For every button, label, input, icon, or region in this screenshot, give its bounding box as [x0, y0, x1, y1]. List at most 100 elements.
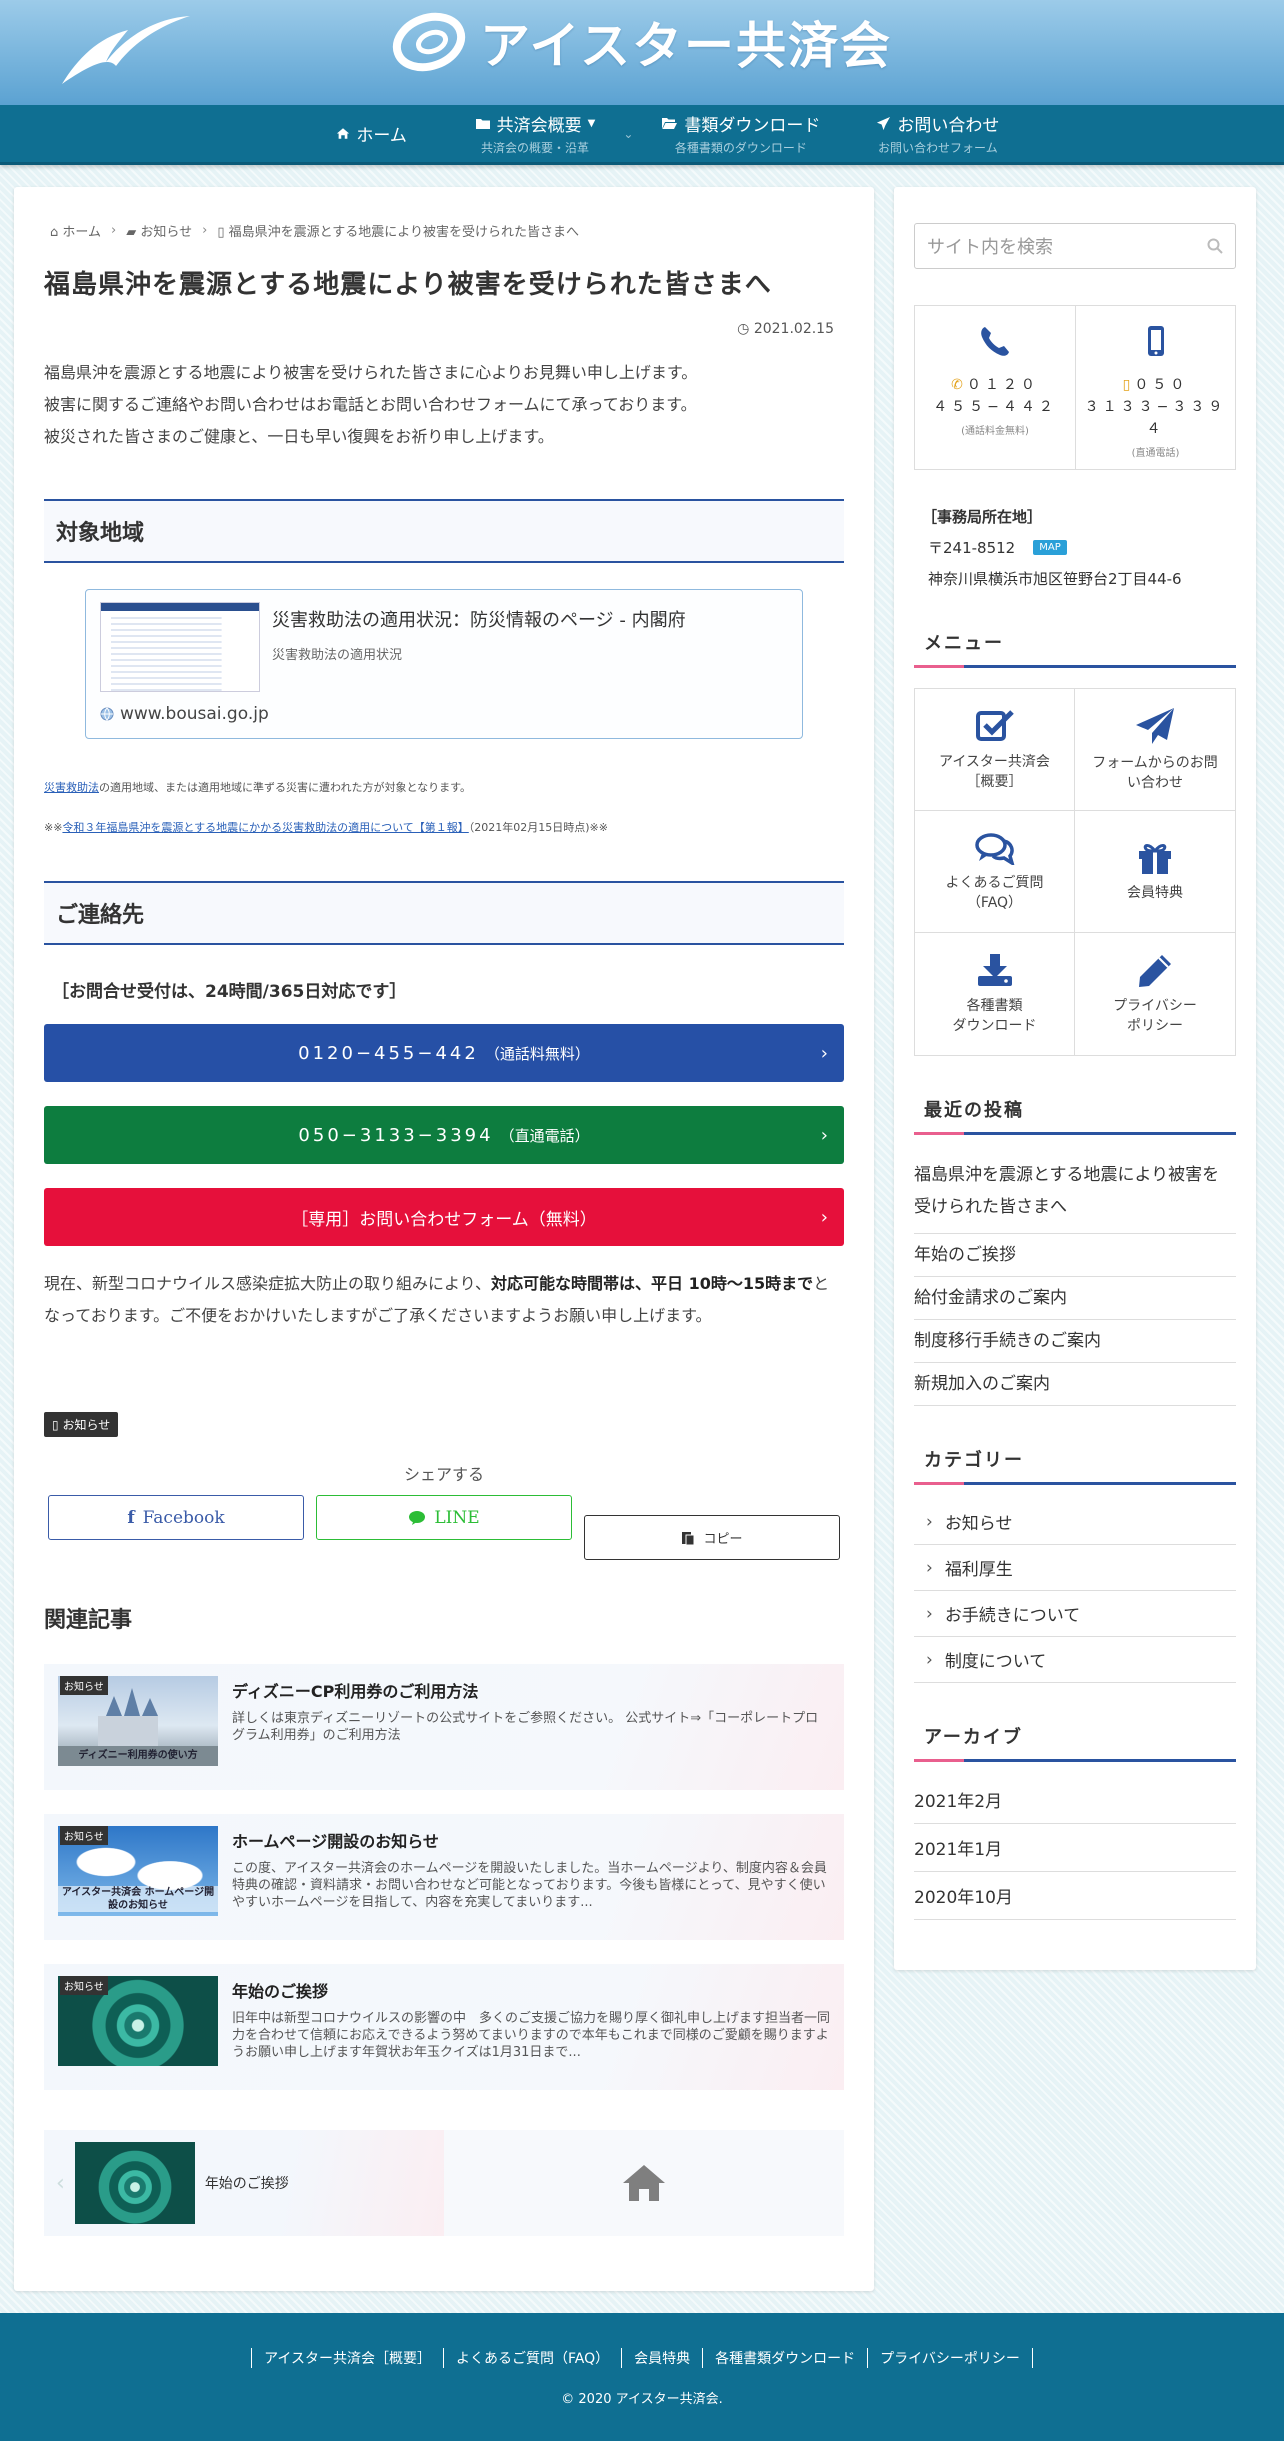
- blog-card-link[interactable]: 災害救助法の適用状況：防災情報のページ - 内閣府 災害救助法の適用状況 www…: [85, 589, 803, 739]
- related-item[interactable]: お知らせ 年始のご挨拶 旧年中は新型コロナウイルスの影響の中 多くのご支援ご協力…: [44, 1964, 844, 2090]
- nav-about-sub: 共済会の概要・沿革: [480, 141, 589, 155]
- chevron-right-icon: ›: [820, 1042, 828, 1064]
- related-item[interactable]: お知らせ アイスター共済会 ホームページ開設のお知らせ ホームページ開設のお知ら…: [44, 1814, 844, 1940]
- menu-benefits-label: 会員特典: [1127, 884, 1183, 901]
- search-icon[interactable]: [1207, 238, 1223, 254]
- blog-card-desc: 災害救助法の適用状況: [272, 648, 403, 663]
- phone-caption: (通話料金無料): [961, 426, 1029, 437]
- footer-link-faq[interactable]: よくあるご質問（FAQ）: [443, 2347, 621, 2368]
- folder-open-icon: [662, 118, 678, 129]
- logo-mark-icon: [392, 12, 466, 72]
- category-link[interactable]: › 福利厚生: [914, 1545, 1236, 1591]
- category-link[interactable]: › お手続きについて: [914, 1591, 1236, 1637]
- main-content: ⌂ ホーム › ▰ お知らせ › ▯ 福島県沖を震源とする地震により被害を受けら…: [14, 187, 874, 2291]
- share-line-button[interactable]: LINE: [316, 1495, 572, 1540]
- nav-download-sub: 各種書類のダウンロード: [674, 141, 807, 155]
- search-input[interactable]: サイト内を検索: [927, 233, 1053, 259]
- archive-link[interactable]: 2021年1月: [914, 1824, 1236, 1872]
- breadcrumb-category[interactable]: ▰ お知らせ: [126, 221, 192, 240]
- caret-down-icon: ▼: [587, 118, 596, 129]
- footer-link-downloads[interactable]: 各種書類ダウンロード: [702, 2347, 867, 2368]
- nav-download[interactable]: 書類ダウンロード 各種書類のダウンロード: [633, 105, 848, 162]
- pencil-icon: [1139, 955, 1171, 987]
- phone-direct[interactable]: ▯０５０ ３１３３−３３９４ (直通電話): [1075, 306, 1235, 469]
- note-prefix: ※※: [44, 821, 63, 834]
- call-direct-button[interactable]: 050−3133−3394 （直通電話） ›: [44, 1106, 844, 1164]
- menu-faq[interactable]: よくあるご質問 （FAQ）: [915, 811, 1075, 933]
- paper-plane-icon: [877, 116, 891, 131]
- archive-link[interactable]: 2021年2月: [914, 1776, 1236, 1824]
- breadcrumb-current: ▯ 福島県沖を震源とする地震により被害を受けられた皆さまへ: [217, 221, 579, 240]
- nav-download-label: 書類ダウンロード: [684, 116, 821, 136]
- phone-freedial[interactable]: ✆０１２０ ４５５−４４２ (通話料金無料): [915, 306, 1075, 469]
- copy-link-button[interactable]: コピー: [584, 1515, 840, 1560]
- breadcrumb: ⌂ ホーム › ▰ お知らせ › ▯ 福島県沖を震源とする地震により被害を受けら…: [50, 221, 844, 240]
- facebook-icon: f: [127, 1507, 135, 1528]
- related-item[interactable]: お知らせ ディズニー利用券の使い方 ディズニーCP利用券のご利用方法 詳しくは東…: [44, 1664, 844, 1790]
- clipboard-icon: [682, 1531, 695, 1545]
- menu-contact-form[interactable]: フォームからのお問 い合わせ: [1075, 689, 1235, 811]
- menu-benefits[interactable]: 会員特典: [1075, 811, 1235, 933]
- nav-about[interactable]: 共済会概要 ▼ 共済会の概要・沿革: [447, 105, 624, 162]
- prev-post-link[interactable]: ‹ 年始のご挨拶: [44, 2130, 444, 2236]
- site-footer: アイスター共済会［概要］ よくあるご質問（FAQ） 会員特典 各種書類ダウンロー…: [0, 2313, 1284, 2441]
- menu-downloads[interactable]: 各種書類 ダウンロード: [915, 933, 1075, 1055]
- chevron-right-icon: ›: [111, 223, 117, 238]
- related-thumbnail: お知らせ: [58, 1976, 218, 2066]
- site-logo[interactable]: アイスター共済会: [0, 6, 1284, 78]
- footer-link-benefits[interactable]: 会員特典: [621, 2347, 702, 2368]
- line-icon: [409, 1510, 426, 1525]
- category-tag[interactable]: ▯ お知らせ: [44, 1412, 119, 1437]
- category-label: お手続きについて: [944, 1606, 1081, 1626]
- global-nav: ホーム 共済会概要 ▼ 共済会の概要・沿革 ⌄ 書類ダウンロード 各種書類のダウ…: [0, 105, 1284, 165]
- chevron-right-icon: ›: [202, 223, 208, 238]
- contact-form-button[interactable]: ［専用］お問い合わせフォーム（無料） ›: [44, 1188, 844, 1246]
- post-date: ◷ 2021.02.15: [44, 321, 844, 337]
- related-category: お知らせ: [60, 1976, 108, 1995]
- intro-text: 福島県沖を震源とする地震により被害を受けられた皆さまに心よりお見舞い申し上げます…: [44, 357, 844, 453]
- chevron-right-icon: ›: [820, 1124, 828, 1146]
- archive-heading: アーカイブ: [914, 1723, 1236, 1762]
- file-icon: ▯: [217, 225, 225, 240]
- recent-post-link[interactable]: 福島県沖を震源とする地震により被害を受けられた皆さまへ: [914, 1149, 1236, 1234]
- menu-about[interactable]: アイスター共済会 ［概要］: [915, 689, 1075, 811]
- globe-icon: [100, 707, 114, 721]
- first-report-link[interactable]: 令和３年福島県沖を震源とする地震にかかる災害救助法の適用について【第１報】: [62, 821, 468, 834]
- check-square-icon: [975, 709, 1014, 741]
- category-list: › お知らせ › 福利厚生 › お手続きについて › 制度について: [914, 1499, 1236, 1683]
- archive-link[interactable]: 2020年10月: [914, 1872, 1236, 1920]
- phone-icon: [981, 327, 1009, 356]
- category-link[interactable]: › 制度について: [914, 1637, 1236, 1683]
- recent-post-link[interactable]: 給付金請求のご案内: [914, 1277, 1236, 1320]
- chevron-right-icon: ›: [926, 1557, 933, 1578]
- nav-home[interactable]: ホーム: [297, 105, 447, 162]
- nav-contact[interactable]: お問い合わせ お問い合わせフォーム: [848, 105, 1027, 162]
- section-heading-area: 対象地域: [44, 499, 844, 563]
- home-link[interactable]: [444, 2130, 844, 2236]
- menu-heading: メニュー: [914, 629, 1236, 668]
- nav-home-label: ホーム: [356, 126, 407, 146]
- category-label: お知らせ: [944, 1514, 1013, 1534]
- phone-number: ０５０: [1134, 377, 1189, 393]
- share-line-label: LINE: [434, 1507, 480, 1528]
- breadcrumb-home[interactable]: ⌂ ホーム: [50, 221, 101, 240]
- recent-post-link[interactable]: 新規加入のご案内: [914, 1363, 1236, 1406]
- call-freedial-button[interactable]: 0120−455−442 （通話料無料） ›: [44, 1024, 844, 1082]
- related-category: お知らせ: [60, 1826, 108, 1845]
- footer-link-about[interactable]: アイスター共済会［概要］: [251, 2347, 443, 2368]
- recent-post-link[interactable]: 制度移行手続きのご案内: [914, 1320, 1236, 1363]
- footer-link-privacy[interactable]: プライバシーポリシー: [867, 2347, 1033, 2368]
- category-tag-label: お知らせ: [62, 1418, 111, 1432]
- home-icon: ⌂: [50, 225, 59, 240]
- recent-post-link[interactable]: 年始のご挨拶: [914, 1234, 1236, 1277]
- category-heading: カテゴリー: [914, 1446, 1236, 1485]
- share-facebook-button[interactable]: f Facebook: [48, 1495, 304, 1540]
- related-heading: 関連記事: [44, 1608, 133, 1633]
- category-link[interactable]: › お知らせ: [914, 1499, 1236, 1545]
- map-button[interactable]: MAP: [1033, 540, 1067, 555]
- menu-privacy[interactable]: プライバシー ポリシー: [1075, 933, 1235, 1055]
- phone-number: ３１３３−３３９４: [1084, 399, 1227, 437]
- postal-code: 〒241-8512: [928, 539, 1016, 557]
- disaster-law-link[interactable]: 災害救助法: [44, 781, 99, 794]
- reception-hours: ［お問合せ受付は、24時間/365日対応です］: [52, 982, 407, 1002]
